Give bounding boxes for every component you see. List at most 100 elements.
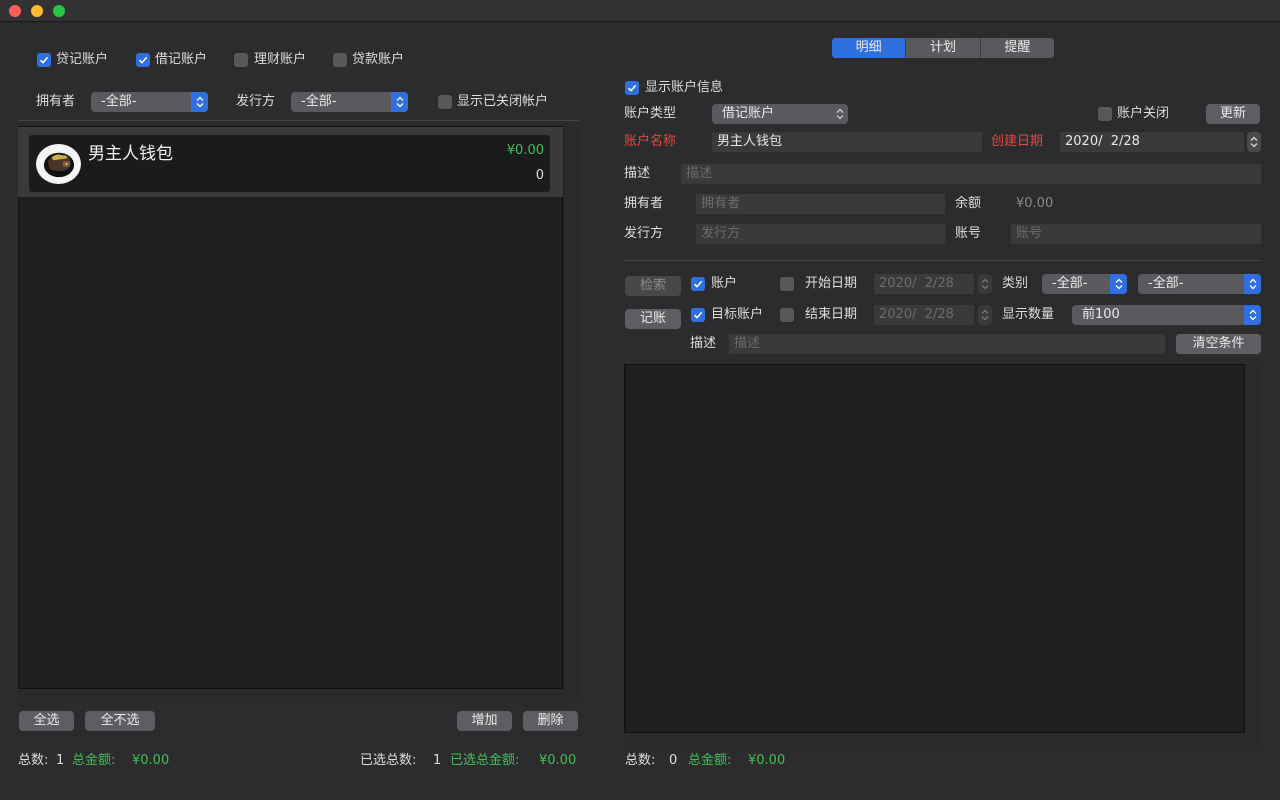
debit-account-label: 借记账户 [155,52,208,67]
issuer-label: 发行方 [624,226,664,241]
desc-filter-field[interactable] [729,334,1165,354]
start-date-stepper[interactable] [978,274,992,294]
view-tabs: 明细 计划 提醒 [832,38,1054,58]
minimize-window-button[interactable] [31,5,43,17]
check-icon [138,56,148,64]
title-bar [0,0,1280,22]
issuer-filter-value: -全部- [301,94,337,109]
chevron-updown-icon [981,309,989,321]
credit-account-label: 贷记账户 [56,52,109,67]
category-select-secondary[interactable]: -全部- [1138,274,1261,294]
show-closed-checkbox[interactable] [438,95,452,109]
transaction-list[interactable] [624,364,1245,733]
owner-filter-select[interactable]: -全部- [91,92,208,112]
account-closed-label: 账户关闭 [1117,106,1170,121]
search-button[interactable]: 检索 [625,276,681,296]
end-date-label: 结束日期 [805,307,858,322]
show-count-value: 前100 [1082,307,1120,322]
target-account-label: 目标账户 [711,307,764,322]
account-type-value: 借记账户 [722,106,775,121]
selected-amount-value: ¥0.00 [539,753,577,768]
start-date-field[interactable] [874,274,974,294]
created-date-field[interactable] [1060,132,1244,152]
created-date-stepper[interactable] [1247,132,1261,152]
category-select-primary[interactable]: -全部- [1042,274,1127,294]
check-icon [693,280,703,288]
account-list-hscroll [18,689,579,703]
tx-total-amount-label: 总金额: [688,753,732,768]
tx-total-amount-value: ¥0.00 [748,753,786,768]
account-filter-label: 账户 [711,276,738,291]
chevron-updown-icon [1244,305,1261,325]
end-date-field[interactable] [874,305,974,325]
deselect-all-button[interactable]: 全不选 [85,711,155,731]
account-closed-checkbox[interactable] [1098,107,1112,121]
selected-count-value: 1 [433,753,442,768]
issuer-filter-select[interactable]: -全部- [291,92,408,112]
chevron-updown-icon [391,92,408,112]
total-count-label: 总数: [18,753,49,768]
start-date-checkbox[interactable] [780,277,794,291]
account-name-label: 账户名称 [624,134,677,149]
account-filter-checkbox[interactable] [691,277,705,291]
tx-total-count-label: 总数: [625,753,656,768]
divider [18,120,579,121]
loan-account-checkbox[interactable] [333,53,347,67]
total-amount-label: 总金额: [72,753,116,768]
target-account-checkbox[interactable] [691,308,705,322]
owner-field[interactable] [696,194,945,214]
credit-account-checkbox[interactable] [37,53,51,67]
created-date-label: 创建日期 [991,134,1044,149]
transaction-list-scrollbar[interactable] [1245,364,1261,747]
account-name: 男主人钱包 [88,144,173,164]
account-type-label: 账户类型 [624,106,677,121]
delete-account-button[interactable]: 删除 [523,711,578,731]
description-field[interactable] [681,164,1261,184]
owner-filter-value: -全部- [101,94,137,109]
wealth-account-label: 理财账户 [254,52,307,67]
wealth-account-checkbox[interactable] [234,53,248,67]
account-type-select[interactable]: 借记账户 [712,104,848,124]
close-window-button[interactable] [9,5,21,17]
account-list-scrollbar[interactable] [563,126,579,703]
account-no-field[interactable] [1011,224,1261,244]
check-icon [39,56,49,64]
show-count-label: 显示数量 [1002,307,1055,322]
check-icon [627,84,637,92]
selected-count-label: 已选总数: [360,753,417,768]
description-label: 描述 [624,166,651,181]
account-card[interactable]: 男主人钱包 ¥0.00 0 [28,134,551,193]
show-account-info-checkbox[interactable] [625,81,639,95]
app-window: 贷记账户 借记账户 理财账户 贷款账户 拥有者 -全部- 发行方 -全部- 显示… [0,0,1280,800]
account-list[interactable] [18,126,563,689]
desc-filter-label: 描述 [690,336,717,351]
owner-filter-label: 拥有者 [36,94,76,109]
account-name-field[interactable] [712,132,982,152]
tx-total-count-value: 0 [669,753,678,768]
divider [624,260,1261,261]
selected-amount-label: 已选总金额: [450,753,520,768]
add-account-button[interactable]: 增加 [457,711,512,731]
chevron-updown-icon [1110,274,1127,294]
tab-plan[interactable]: 计划 [906,38,981,58]
tab-reminders[interactable]: 提醒 [981,38,1054,58]
debit-account-checkbox[interactable] [136,53,150,67]
tab-details[interactable]: 明细 [832,38,907,58]
update-button[interactable]: 更新 [1206,104,1260,124]
end-date-stepper[interactable] [978,305,992,325]
balance-value: ¥0.00 [1016,196,1054,211]
transaction-list-hscroll [624,733,1261,747]
select-all-button[interactable]: 全选 [19,711,74,731]
owner-label: 拥有者 [624,196,664,211]
record-button[interactable]: 记账 [625,309,681,329]
clear-conditions-button[interactable]: 清空条件 [1176,334,1261,354]
show-count-select[interactable]: 前100 [1072,305,1261,325]
issuer-filter-label: 发行方 [236,94,276,109]
chevron-updown-icon [831,104,848,124]
total-amount-value: ¥0.00 [132,753,170,768]
account-no-label: 账号 [955,226,982,241]
show-account-info-label: 显示账户信息 [645,80,724,95]
zoom-window-button[interactable] [53,5,65,17]
issuer-field[interactable] [696,224,945,244]
end-date-checkbox[interactable] [780,308,794,322]
